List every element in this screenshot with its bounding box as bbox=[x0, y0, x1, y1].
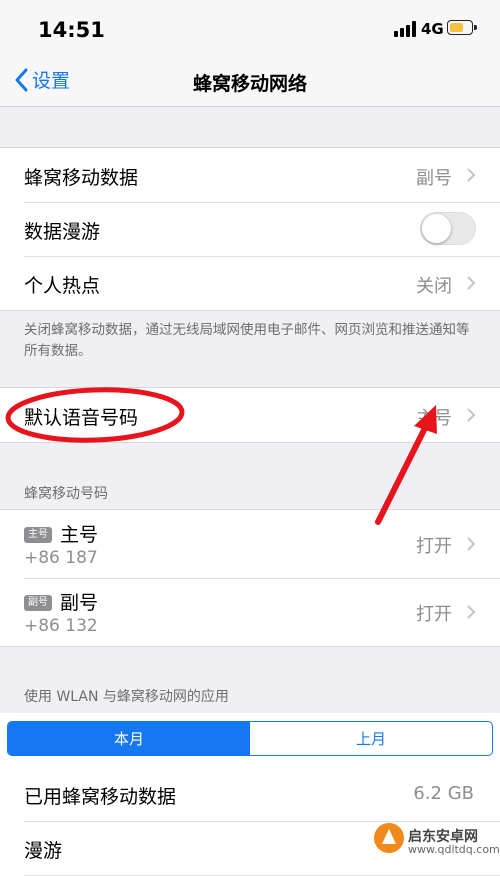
tab-this-month[interactable]: 本月 bbox=[8, 722, 250, 755]
plan-name: 主号 bbox=[60, 524, 99, 546]
cellular-data-label: 蜂窝移动数据 bbox=[24, 167, 139, 189]
plan-number: +86 132 bbox=[24, 616, 98, 636]
usage-row-cellular: 已用蜂窝移动数据 6.2 GB bbox=[0, 768, 500, 822]
chevron-right-icon bbox=[467, 408, 476, 422]
chevron-right-icon bbox=[467, 276, 476, 290]
default-voice-group: 默认语音号码 主号 bbox=[0, 387, 500, 443]
usage-value: 6.2 GB bbox=[413, 783, 474, 804]
data-roaming-toggle[interactable] bbox=[420, 212, 476, 245]
default-voice-value: 主号 bbox=[416, 408, 452, 429]
plan-badge: 副号 bbox=[24, 595, 52, 611]
usage-period-selector: 本月 上月 bbox=[0, 713, 500, 768]
hotspot-value: 关闭 bbox=[416, 276, 452, 297]
status-time: 14:51 bbox=[38, 18, 105, 42]
network-type: 4G bbox=[421, 20, 444, 38]
cellular-plans-header: 蜂窝移动号码 bbox=[24, 486, 108, 502]
watermark-url: www.qdltdq.com bbox=[408, 843, 500, 856]
cellular-plans-group: 主号 主号 +86 187 打开 副号 副号 +86 132 打开 bbox=[0, 509, 500, 647]
status-bar: 14:51 4G bbox=[0, 0, 500, 56]
cellular-data-value: 副号 bbox=[416, 168, 452, 189]
tab-last-month[interactable]: 上月 bbox=[250, 722, 492, 755]
usage-label: 已用蜂窝移动数据 bbox=[24, 786, 177, 808]
default-voice-row[interactable]: 默认语音号码 主号 bbox=[0, 388, 500, 442]
page-title: 蜂窝移动网络 bbox=[192, 73, 307, 95]
chevron-right-icon bbox=[467, 605, 476, 619]
cellular-settings-group: 蜂窝移动数据 副号 数据漫游 个人热点 关闭 bbox=[0, 147, 500, 311]
signal-icon bbox=[394, 21, 416, 37]
data-roaming-row: 数据漫游 bbox=[0, 202, 500, 256]
plan-row-primary[interactable]: 主号 主号 +86 187 打开 bbox=[0, 510, 500, 578]
battery-icon bbox=[447, 20, 477, 35]
chevron-right-icon bbox=[467, 168, 476, 182]
plan-row-secondary[interactable]: 副号 副号 +86 132 打开 bbox=[0, 578, 500, 646]
navigation-bar: 设置 蜂窝移动网络 bbox=[0, 56, 500, 107]
plan-status: 打开 bbox=[416, 604, 452, 625]
hotspot-row[interactable]: 个人热点 关闭 bbox=[0, 256, 500, 310]
usage-label: 漫游 bbox=[24, 840, 63, 862]
cellular-data-note: 关闭蜂窝移动数据，通过无线局域网使用电子邮件、网页浏览和推送通知等所有数据。 bbox=[24, 322, 470, 359]
data-roaming-label: 数据漫游 bbox=[24, 221, 101, 243]
plan-name: 副号 bbox=[60, 592, 99, 614]
plan-status: 打开 bbox=[416, 536, 452, 557]
plan-badge: 主号 bbox=[24, 527, 52, 543]
chevron-right-icon bbox=[467, 537, 476, 551]
default-voice-label: 默认语音号码 bbox=[24, 407, 139, 429]
app-usage-header: 使用 WLAN 与蜂窝移动网的应用 bbox=[24, 689, 229, 705]
plan-number: +86 187 bbox=[24, 548, 98, 568]
cellular-data-row[interactable]: 蜂窝移动数据 副号 bbox=[0, 148, 500, 202]
hotspot-label: 个人热点 bbox=[24, 275, 101, 297]
